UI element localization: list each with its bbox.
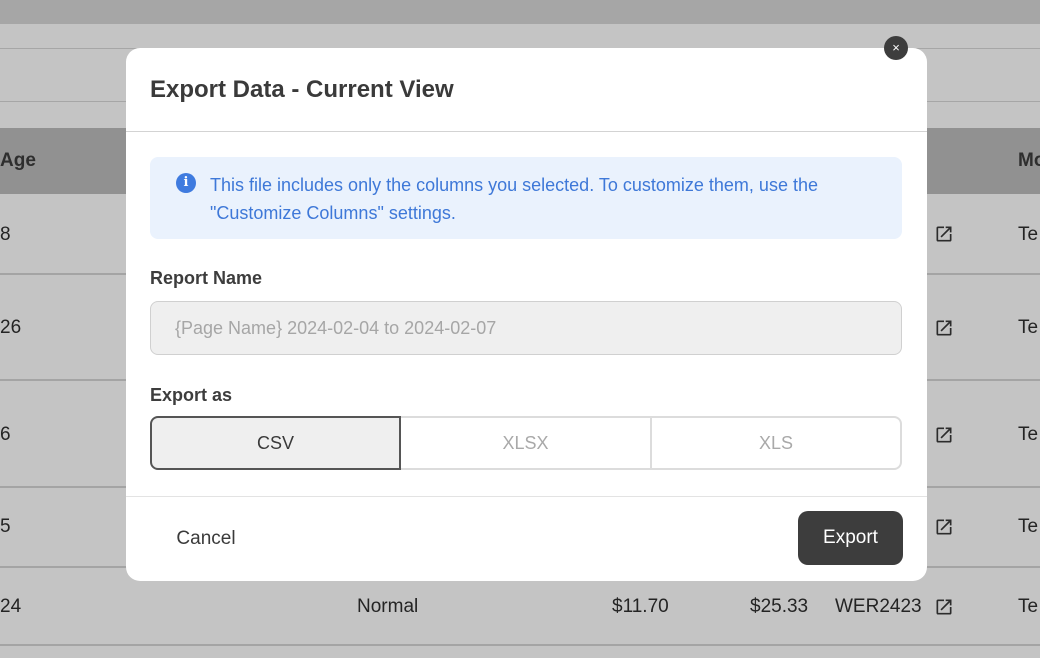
dialog-title: Export Data - Current View — [150, 76, 454, 103]
cancel-button[interactable]: Cancel — [150, 512, 262, 566]
report-name-label: Report Name — [150, 268, 263, 288]
export-button[interactable]: Export — [798, 511, 903, 565]
divider — [126, 496, 927, 497]
export-as-label: Export as — [150, 385, 233, 405]
format-option-xlsx[interactable]: XLSX — [401, 416, 652, 470]
divider — [126, 131, 927, 132]
report-name-input[interactable] — [150, 301, 902, 355]
close-icon[interactable]: × — [884, 36, 908, 60]
info-icon: i — [176, 173, 196, 193]
export-dialog: Export Data - Current View i This file i… — [126, 48, 927, 581]
info-banner: i This file includes only the columns yo… — [150, 157, 902, 239]
info-text: This file includes only the columns you … — [210, 175, 818, 223]
format-option-xls[interactable]: XLS — [652, 416, 902, 470]
format-option-csv[interactable]: CSV — [150, 416, 401, 470]
